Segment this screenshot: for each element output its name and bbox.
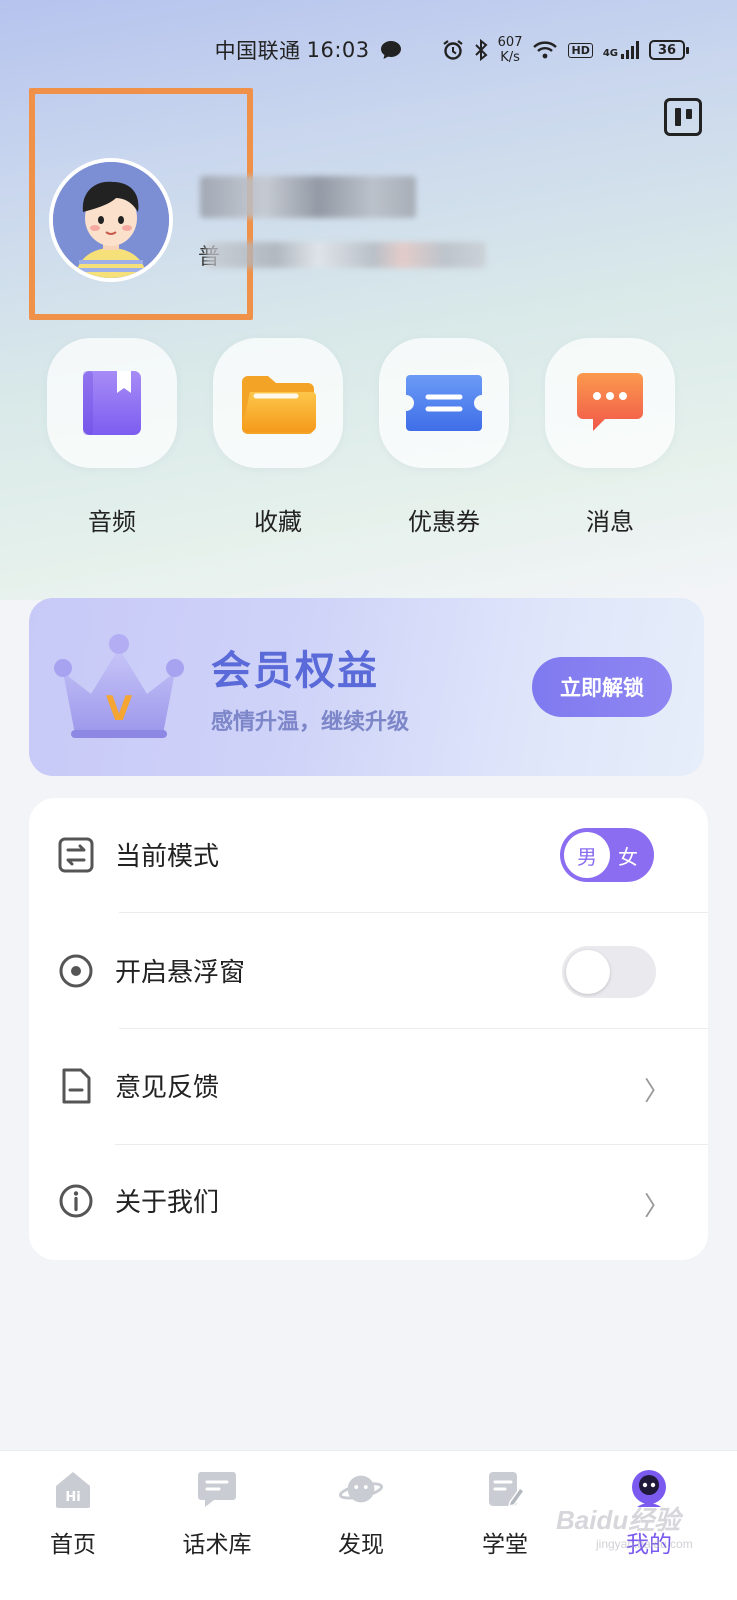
quick-action-label: 优惠券	[408, 508, 480, 536]
network-speed-value: 607	[497, 35, 523, 50]
quick-action-label: 消息	[586, 508, 634, 536]
folder-icon	[242, 376, 316, 434]
settings-label: 开启悬浮窗	[115, 958, 246, 988]
tab-discover[interactable]: 发现	[301, 1467, 421, 1559]
feedback-document-icon	[62, 1068, 91, 1104]
clock: 16:03	[306, 38, 370, 62]
subinfo-redacted	[206, 242, 486, 268]
hd-badge: HD	[568, 42, 593, 58]
vip-title: 会员权益	[211, 648, 379, 694]
quick-action-audio[interactable]: 音频	[42, 338, 182, 537]
tab-label: 学堂	[482, 1532, 528, 1558]
tab-label: 发现	[338, 1532, 384, 1558]
settings-row-floating-window[interactable]: 开启悬浮窗	[29, 914, 708, 1029]
scan-icon[interactable]	[664, 98, 702, 136]
network-speed: 607 K/s	[498, 35, 523, 65]
crown-icon: V	[54, 634, 184, 738]
mode-switch-icon	[58, 837, 94, 873]
tab-script-library[interactable]: 话术库	[157, 1467, 277, 1559]
tab-label: 话术库	[182, 1532, 252, 1558]
vip-subtitle: 感情升温，继续升级	[211, 710, 410, 735]
vip-banner[interactable]: V 会员权益 感情升温，继续升级 立即解锁	[29, 598, 704, 776]
settings-row-mode[interactable]: 当前模式 男 女	[29, 798, 708, 913]
message-icon	[380, 40, 402, 60]
home-hi-icon: Hi	[51, 1467, 95, 1511]
bluetooth-icon	[474, 39, 488, 61]
quick-action-messages[interactable]: 消息	[540, 338, 680, 537]
crown-letter: V	[106, 689, 133, 729]
quick-action-coupons[interactable]: 优惠券	[374, 338, 514, 537]
status-bar: 中国联通 16:03 607 K/s HD 4G 36	[0, 28, 737, 72]
battery-level: 36	[657, 42, 677, 58]
quick-action-tile[interactable]	[47, 338, 177, 468]
quick-action-tile[interactable]	[545, 338, 675, 468]
info-icon	[59, 1184, 93, 1218]
settings-label: 关于我们	[115, 1188, 220, 1218]
signal-icon: 4G	[603, 41, 639, 59]
carrier-label: 中国联通	[214, 39, 301, 63]
quick-action-favorites[interactable]: 收藏	[208, 338, 348, 537]
divider	[119, 912, 708, 913]
settings-label: 意见反馈	[115, 1073, 220, 1103]
study-notebook-icon	[483, 1467, 527, 1511]
unlock-button[interactable]: 立即解锁	[532, 657, 672, 717]
watermark-url: jingyan.baidu.com	[596, 1537, 693, 1551]
alarm-icon	[442, 39, 464, 61]
battery-indicator: 36	[649, 40, 689, 60]
switch-knob	[566, 950, 610, 994]
username-redacted	[200, 176, 416, 218]
home-icon-text: Hi	[65, 1490, 80, 1505]
settings-row-about[interactable]: 关于我们 〉	[29, 1144, 708, 1259]
network-type: 4G	[602, 48, 618, 59]
baidu-watermark: Baidu经验 jingyan.baidu.com	[556, 1500, 726, 1554]
wifi-icon	[532, 40, 558, 60]
settings-row-feedback[interactable]: 意见反馈 〉	[29, 1029, 708, 1144]
watermark-brand: Baidu经验	[556, 1505, 681, 1535]
planet-icon	[339, 1467, 383, 1511]
quick-action-tile[interactable]	[213, 338, 343, 468]
quick-action-label: 收藏	[254, 508, 302, 536]
chevron-right-icon: 〉	[643, 1077, 670, 1107]
gender-other: 女	[618, 845, 638, 869]
quick-actions: 音频 收藏 优惠券 消息	[0, 338, 737, 548]
chat-library-icon	[195, 1467, 239, 1511]
floating-window-switch[interactable]	[562, 946, 656, 998]
quick-action-tile[interactable]	[379, 338, 509, 468]
avatar[interactable]	[49, 158, 173, 282]
settings-card: 当前模式 男 女 开启悬浮窗 意见反馈 〉 关于我们 〉	[29, 798, 708, 1260]
chevron-right-icon: 〉	[643, 1192, 670, 1222]
audio-book-icon	[83, 371, 141, 435]
coupon-icon	[406, 375, 482, 431]
quick-action-label: 音频	[88, 508, 136, 536]
gender-toggle[interactable]: 男 女	[560, 828, 654, 882]
network-speed-unit: K/s	[500, 50, 520, 65]
tab-home[interactable]: Hi 首页	[13, 1467, 133, 1559]
chat-bubble-icon	[577, 373, 643, 431]
tab-academy[interactable]: 学堂	[445, 1467, 565, 1559]
tab-label: 首页	[50, 1532, 96, 1558]
floating-window-icon	[59, 954, 93, 988]
gender-selected: 男	[564, 832, 610, 878]
settings-label: 当前模式	[115, 842, 220, 872]
